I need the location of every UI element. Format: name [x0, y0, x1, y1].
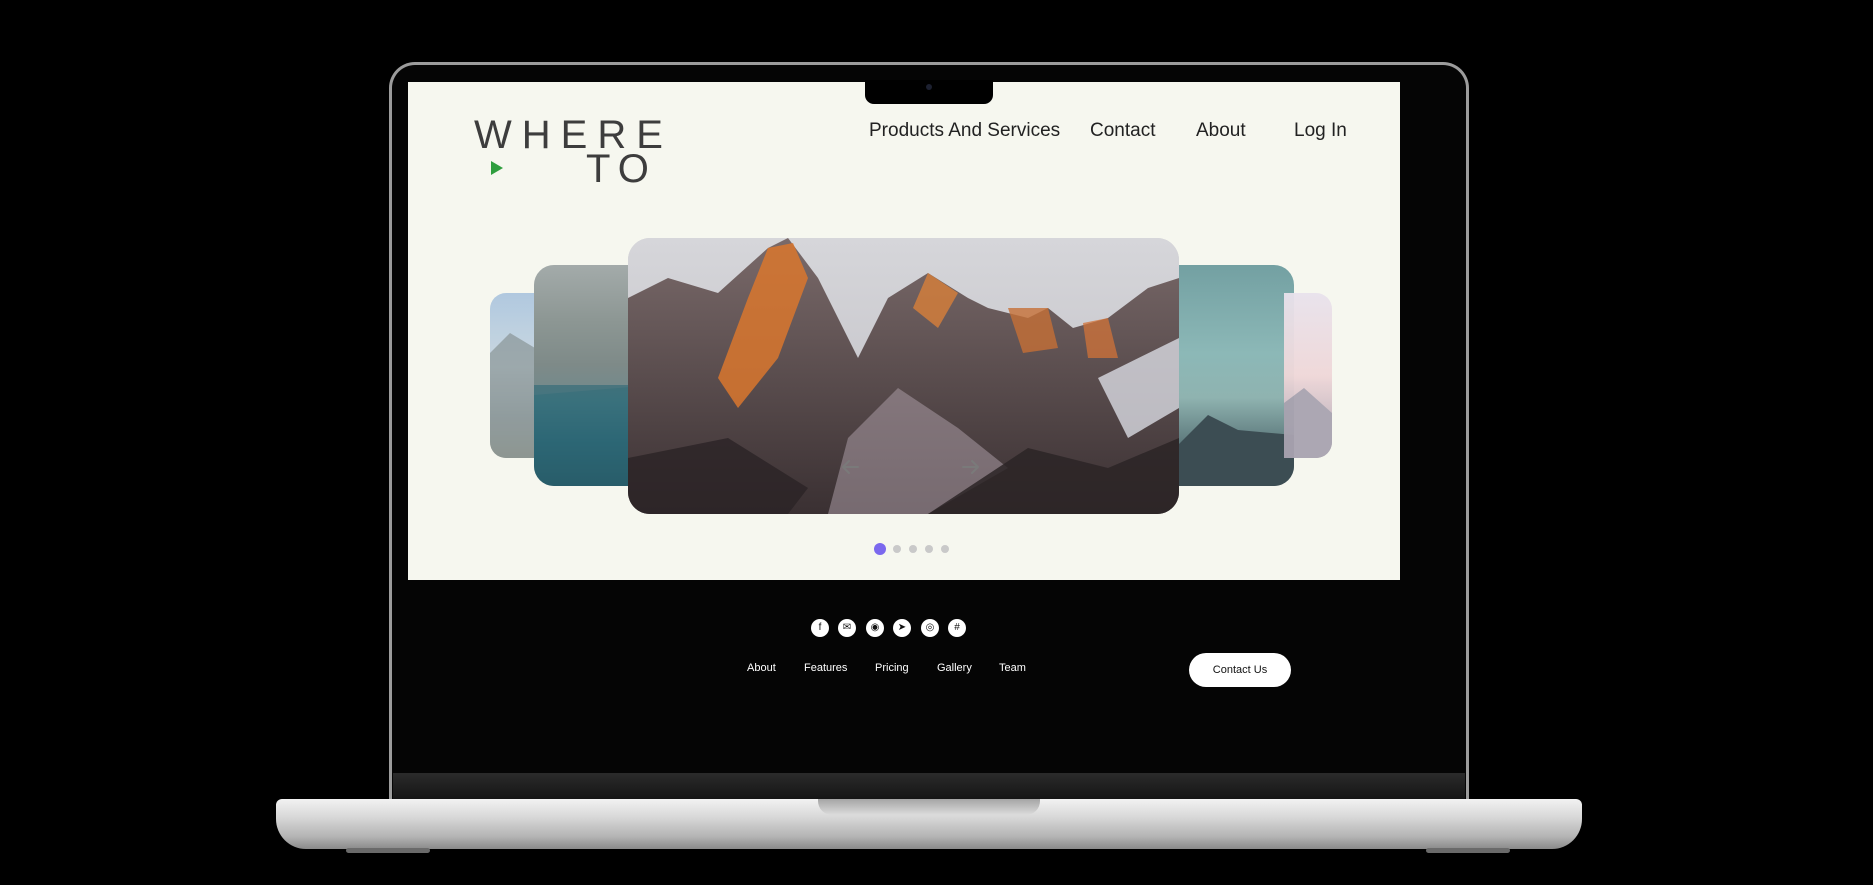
carousel-dot-2[interactable] [893, 545, 901, 553]
nav-log-in[interactable]: Log In [1294, 120, 1347, 142]
laptop-base-notch [818, 799, 1040, 815]
mail-icon[interactable]: ✉ [838, 619, 856, 637]
carousel-slide-right[interactable] [1168, 265, 1294, 486]
footer-link-pricing[interactable]: Pricing [875, 662, 909, 674]
arrow-left-icon[interactable] [840, 458, 860, 476]
carousel-slide-far-right[interactable] [1284, 293, 1332, 458]
carousel-dot-5[interactable] [941, 545, 949, 553]
carousel-dot-3[interactable] [909, 545, 917, 553]
github-icon[interactable]: ◉ [866, 619, 884, 637]
logo-word-to: TO [586, 147, 657, 191]
laptop-foot-right [1426, 848, 1510, 853]
instagram-icon[interactable]: ◎ [921, 619, 939, 637]
arrow-right-icon[interactable] [961, 458, 981, 476]
footer-link-features[interactable]: Features [804, 662, 847, 674]
nav-about[interactable]: About [1196, 120, 1246, 142]
camera-icon [926, 84, 932, 90]
website-screen: WHERE TO Products And Services Contact A… [408, 82, 1400, 580]
footer-link-gallery[interactable]: Gallery [937, 662, 972, 674]
nav-products-and-services[interactable]: Products And Services [869, 120, 1060, 142]
footer-link-about[interactable]: About [747, 662, 776, 674]
carousel-dot-1[interactable] [874, 543, 886, 555]
laptop-foot-left [346, 848, 430, 853]
laptop-hinge [393, 773, 1465, 799]
play-icon [491, 161, 503, 175]
carousel-dot-4[interactable] [925, 545, 933, 553]
nav-contact[interactable]: Contact [1090, 120, 1155, 142]
facebook-icon[interactable]: f [811, 619, 829, 637]
camera-notch [865, 80, 993, 104]
carousel-slide-active-mountains[interactable] [628, 238, 1179, 514]
footer-link-team[interactable]: Team [999, 662, 1026, 674]
contact-us-button[interactable]: Contact Us [1189, 653, 1291, 687]
web-icon[interactable]: # [948, 619, 966, 637]
telegram-icon[interactable]: ➤ [893, 619, 911, 637]
